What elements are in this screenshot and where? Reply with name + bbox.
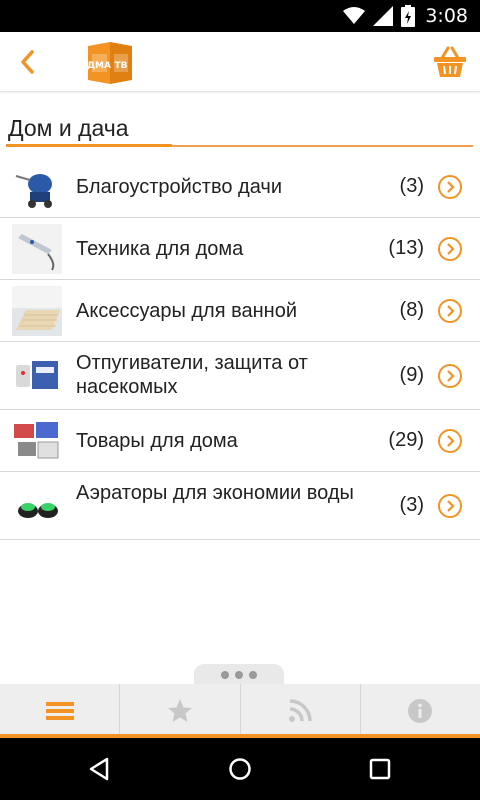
- row-arrow-button[interactable]: [438, 364, 462, 388]
- category-count: (9): [399, 364, 424, 386]
- home-circle-icon: [229, 758, 251, 780]
- menu-icon: [45, 702, 74, 720]
- category-label: Аксессуары для ванной: [76, 300, 298, 322]
- category-label: Отпугиватели, защита от насекомых: [76, 352, 308, 398]
- chevron-right-icon: [447, 181, 455, 193]
- list-item[interactable]: Благоустройство дачи (3): [0, 156, 480, 218]
- row-arrow-button[interactable]: [438, 299, 462, 323]
- clock: 3:08: [425, 5, 468, 27]
- list-item[interactable]: Аэраторы для экономии воды (3): [0, 472, 480, 540]
- rss-icon: [289, 699, 312, 722]
- battery-icon: [401, 5, 416, 27]
- info-icon: [408, 699, 433, 723]
- category-label: Товары для дома: [76, 430, 238, 452]
- row-arrow-button[interactable]: [438, 429, 462, 453]
- aerator-thumbnail: [12, 481, 62, 531]
- status-bar: 3:08: [0, 0, 480, 32]
- drawer-handle[interactable]: [194, 664, 284, 686]
- tab-favorites[interactable]: [120, 684, 241, 738]
- back-triangle-icon: [89, 757, 109, 781]
- row-arrow-button[interactable]: [438, 175, 462, 199]
- svg-text:ДМА: ДМА: [87, 61, 111, 71]
- nav-home-button[interactable]: [227, 756, 253, 782]
- repeller-thumbnail: [12, 351, 62, 401]
- signal-icon: [373, 6, 394, 26]
- logo[interactable]: ДМА ТВ: [84, 40, 136, 86]
- sprayer-thumbnail: [12, 162, 62, 212]
- appliance-thumbnail: [12, 224, 62, 274]
- chevron-right-icon: [447, 243, 455, 255]
- home-goods-thumbnail: [12, 416, 62, 466]
- row-arrow-button[interactable]: [438, 494, 462, 518]
- recents-square-icon: [369, 758, 391, 780]
- chevron-right-icon: [447, 370, 455, 382]
- system-nav-bar: [0, 738, 480, 800]
- dot-icon: [235, 671, 243, 679]
- list-item[interactable]: Товары для дома (29): [0, 410, 480, 472]
- tab-info[interactable]: [361, 684, 480, 738]
- list-item[interactable]: Аксессуары для ванной (8): [0, 280, 480, 342]
- section-divider-accent: [6, 144, 172, 147]
- tab-catalog[interactable]: [0, 684, 121, 738]
- category-count: (3): [399, 494, 424, 516]
- category-label: Техника для дома: [76, 238, 244, 260]
- category-label: Аэраторы для экономии воды: [76, 482, 354, 504]
- basket-icon: [434, 46, 466, 77]
- category-count: (29): [388, 429, 424, 451]
- category-count: (13): [388, 237, 424, 259]
- app-bar: ДМА ТВ: [0, 32, 480, 92]
- category-label: Благоустройство дачи: [76, 176, 282, 198]
- list-item[interactable]: Отпугиватели, защита от насекомых (9): [0, 342, 480, 410]
- tab-news[interactable]: [241, 684, 361, 738]
- chevron-right-icon: [447, 305, 455, 317]
- dot-icon: [249, 671, 257, 679]
- section-title: Дом и дача: [8, 115, 129, 141]
- category-count: (3): [399, 175, 424, 197]
- wifi-icon: [343, 7, 366, 24]
- logo-icon: ДМА ТВ: [87, 42, 132, 84]
- nav-recents-button[interactable]: [367, 756, 393, 782]
- category-count: (8): [399, 299, 424, 321]
- chevron-left-icon: [21, 50, 34, 74]
- star-icon: [167, 699, 192, 722]
- svg-text:ТВ: ТВ: [115, 61, 128, 71]
- dot-icon: [221, 671, 229, 679]
- chevron-right-icon: [447, 435, 455, 447]
- back-button[interactable]: [14, 46, 40, 78]
- bath-mat-thumbnail: [12, 286, 62, 336]
- category-list: Благоустройство дачи (3) Техника для дом…: [0, 156, 480, 540]
- list-item[interactable]: Техника для дома (13): [0, 218, 480, 280]
- cart-button[interactable]: [432, 44, 468, 80]
- chevron-right-icon: [447, 500, 455, 512]
- bottom-tab-bar: [0, 684, 480, 738]
- nav-back-button[interactable]: [86, 756, 112, 782]
- row-arrow-button[interactable]: [438, 237, 462, 261]
